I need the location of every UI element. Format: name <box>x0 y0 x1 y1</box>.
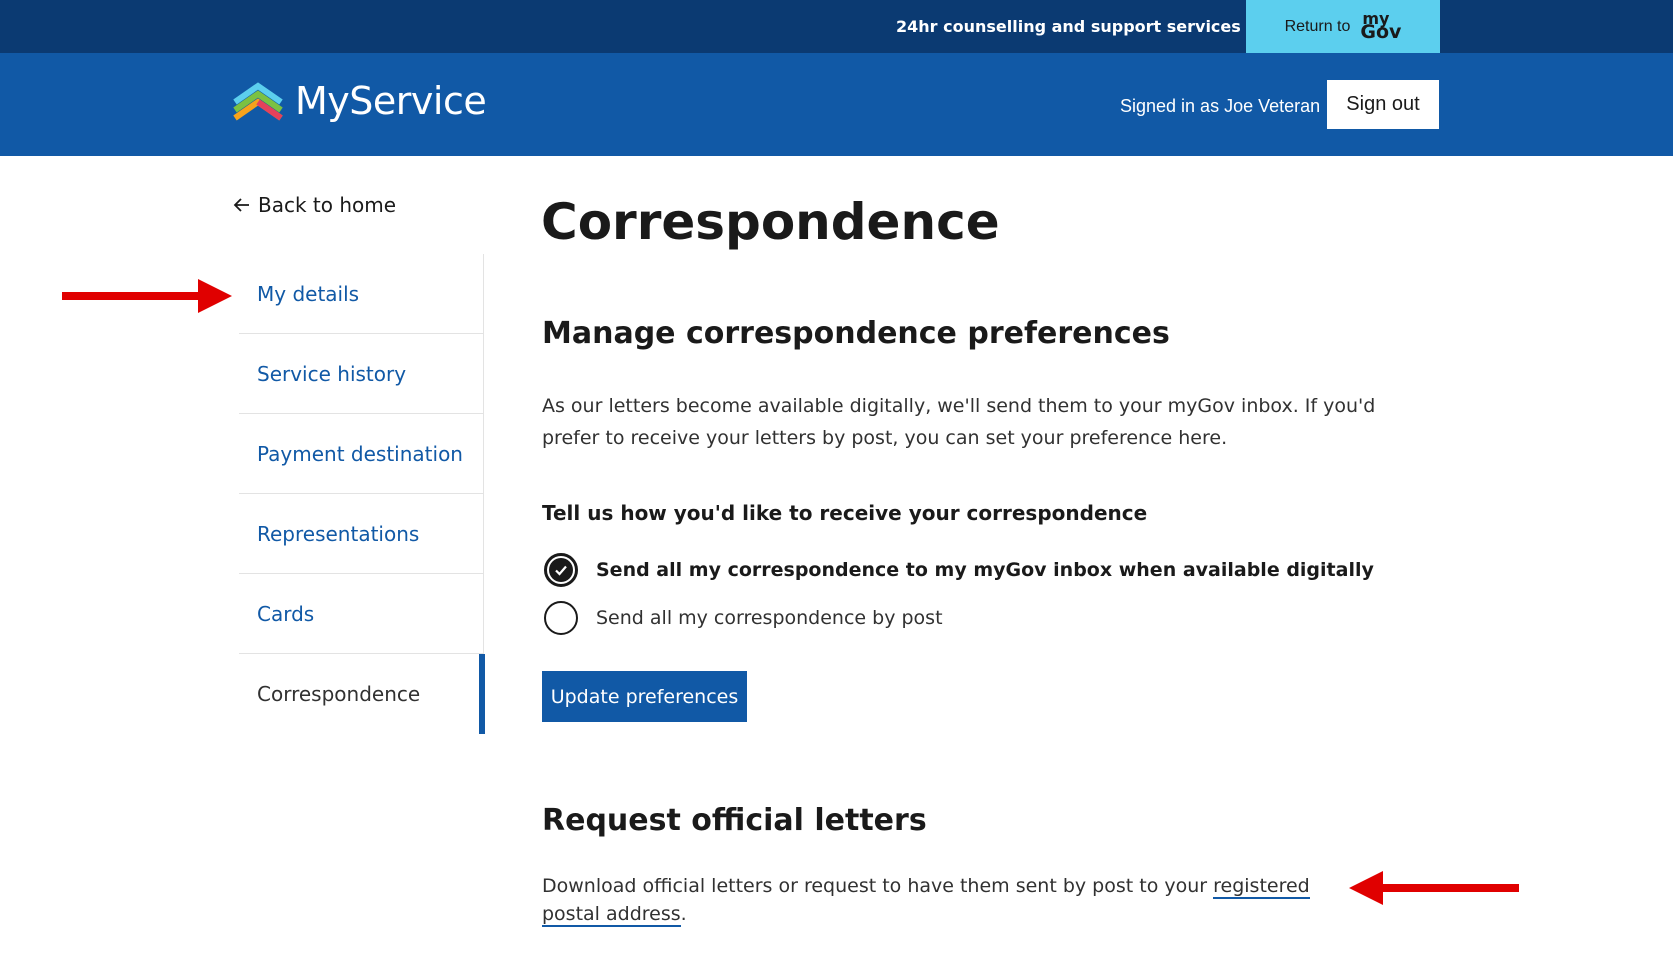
sidebar-item-my-details[interactable]: My details <box>239 254 483 334</box>
annotation-arrow-right-icon <box>62 279 232 313</box>
radio-unchecked-icon[interactable] <box>544 601 578 635</box>
site-header: MyService Signed in as Joe Veteran Sign … <box>0 53 1673 156</box>
back-to-home-link[interactable]: Back to home <box>232 193 396 217</box>
support-services-label: 24hr counselling and support services <box>896 17 1241 36</box>
page-title: Correspondence <box>541 193 1000 251</box>
signed-in-text: Signed in as Joe Veteran <box>1120 96 1321 116</box>
arrow-left-icon <box>233 198 249 212</box>
side-navigation: My details Service history Payment desti… <box>239 254 485 734</box>
radio-label-mygov-inbox: Send all my correspondence to my myGov i… <box>596 559 1374 581</box>
sign-out-button[interactable]: Sign out <box>1327 80 1439 129</box>
myservice-logo[interactable]: MyService <box>231 79 487 123</box>
sidebar-item-cards[interactable]: Cards <box>239 574 483 654</box>
intro-paragraph: As our letters become available digitall… <box>542 395 1376 449</box>
return-to-label: Return to <box>1284 17 1351 35</box>
manage-preferences-heading: Manage correspondence preferences <box>542 316 1170 351</box>
radio-option-post[interactable]: Send all my correspondence by post <box>544 601 943 635</box>
annotation-arrow-left-icon <box>1349 871 1519 905</box>
update-preferences-button[interactable]: Update preferences <box>542 671 747 722</box>
logo-chevrons-icon <box>233 82 283 121</box>
request-letters-heading: Request official letters <box>542 803 927 838</box>
utility-bar: 24hr counselling and support services Re… <box>0 0 1673 53</box>
preference-question: Tell us how you'd like to receive your c… <box>542 501 1148 525</box>
sidebar-item-service-history[interactable]: Service history <box>239 334 483 414</box>
return-to-mygov-button[interactable]: Return to my Gov <box>1246 0 1440 53</box>
back-to-home-label: Back to home <box>258 193 397 217</box>
radio-option-mygov-inbox[interactable]: Send all my correspondence to my myGov i… <box>544 553 1374 587</box>
radio-label-post: Send all my correspondence by post <box>596 607 943 629</box>
mygov-logo: my Gov <box>1360 9 1402 44</box>
logo-text: MyService <box>295 79 487 123</box>
request-letters-paragraph: Download official letters or request to … <box>542 875 1310 927</box>
sidebar-item-correspondence[interactable]: Correspondence <box>239 654 485 734</box>
support-services-dropdown[interactable]: 24hr counselling and support services <box>896 17 1271 36</box>
sidebar-item-payment-destination[interactable]: Payment destination <box>239 414 483 494</box>
radio-checked-icon[interactable] <box>544 553 578 587</box>
sidebar-item-representations[interactable]: Representations <box>239 494 483 574</box>
